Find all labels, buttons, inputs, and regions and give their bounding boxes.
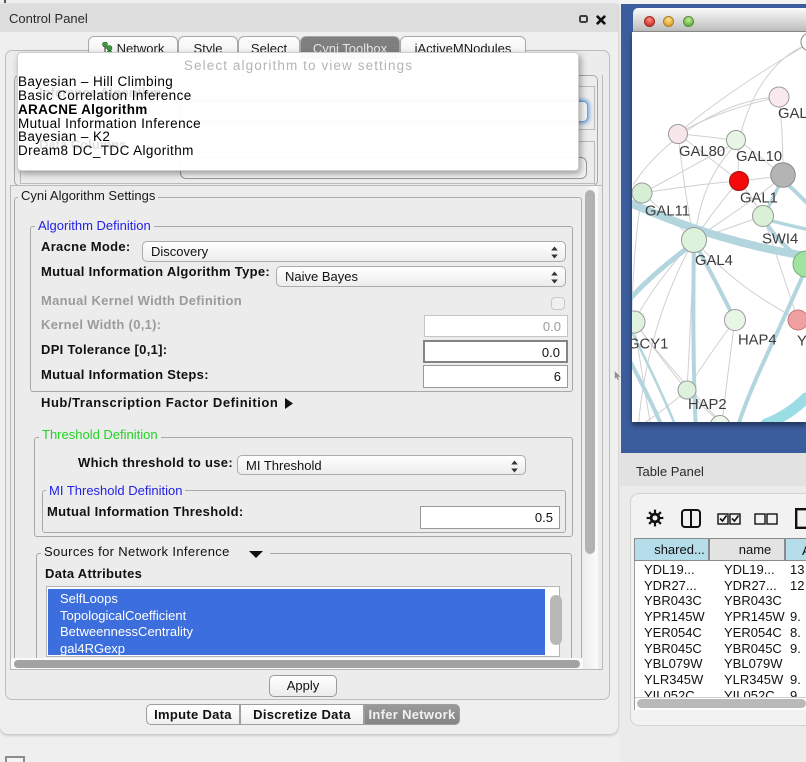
svg-text:GAL7: GAL7 — [778, 106, 806, 122]
svg-text:GAL4: GAL4 — [695, 253, 733, 269]
svg-text:SWI4: SWI4 — [762, 232, 798, 248]
svg-text:HAP2: HAP2 — [688, 397, 727, 413]
svg-text:HAP4: HAP4 — [738, 333, 777, 349]
svg-text:GAL10: GAL10 — [736, 149, 782, 165]
svg-text:GCY1: GCY1 — [632, 337, 668, 353]
svg-text:GAL80: GAL80 — [679, 144, 725, 160]
svg-text:Y: Y — [797, 334, 806, 350]
svg-text:GAL1: GAL1 — [740, 191, 778, 207]
svg-text:GAL11: GAL11 — [645, 204, 690, 220]
